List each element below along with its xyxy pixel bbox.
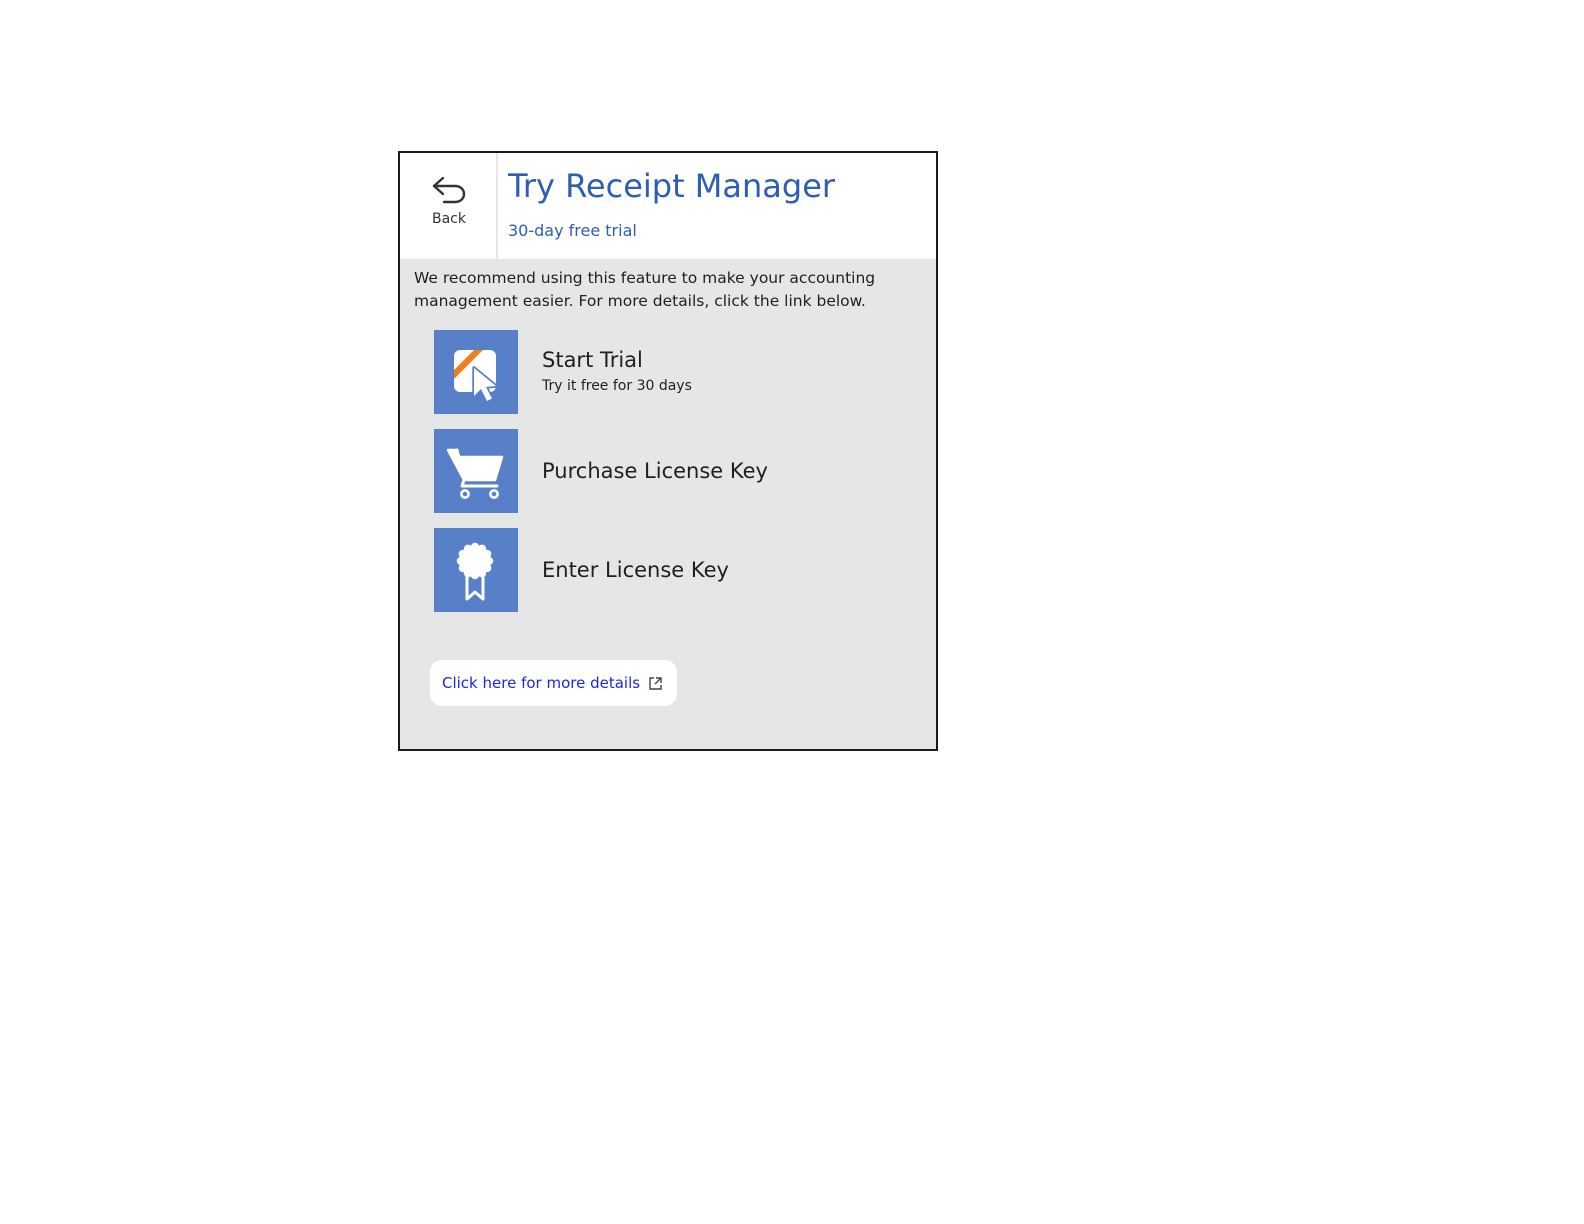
cursor-click-icon xyxy=(454,350,498,403)
purchase-license-option[interactable]: Purchase License Key xyxy=(434,429,904,513)
more-details-label: Click here for more details xyxy=(442,674,641,692)
award-ribbon-icon xyxy=(456,542,494,601)
back-arrow-icon xyxy=(432,176,466,204)
start-trial-label: Start Trial xyxy=(542,348,643,372)
shopping-cart-icon xyxy=(446,448,504,499)
page-subtitle: 30-day free trial xyxy=(508,221,637,240)
description-text: We recommend using this feature to make … xyxy=(414,269,876,310)
enter-license-tile xyxy=(434,528,518,612)
external-link-icon xyxy=(649,676,662,690)
back-label: Back xyxy=(432,211,466,227)
start-trial-option[interactable]: Start Trial Try it free for 30 days xyxy=(434,330,904,414)
start-trial-tile xyxy=(434,330,518,414)
purchase-license-tile xyxy=(434,429,518,513)
enter-license-option[interactable]: Enter License Key xyxy=(434,528,904,612)
enter-license-label: Enter License Key xyxy=(542,558,729,582)
purchase-license-label: Purchase License Key xyxy=(542,459,768,483)
page-title: Try Receipt Manager xyxy=(508,167,836,205)
receipt-manager-dialog: Back Try Receipt Manager 30-day free tri… xyxy=(398,151,938,751)
dialog-header: Back Try Receipt Manager 30-day free tri… xyxy=(400,153,936,259)
start-trial-sublabel: Try it free for 30 days xyxy=(542,378,692,394)
more-details-link[interactable]: Click here for more details xyxy=(430,660,678,706)
back-button[interactable]: Back xyxy=(400,153,498,259)
